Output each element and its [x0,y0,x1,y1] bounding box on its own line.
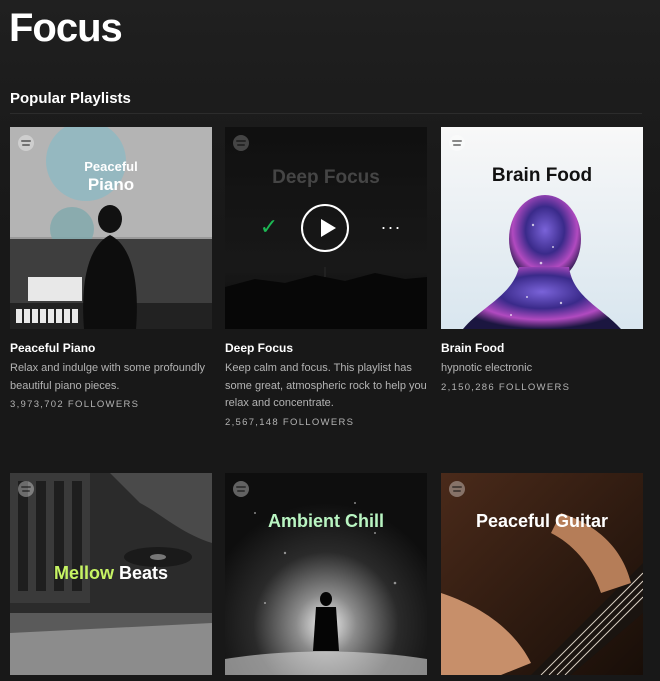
cover-title-line1: Peaceful [84,159,138,174]
playlist-card-deep-focus[interactable]: Deep Focus ✓ ··· Deep Focus Keep calm an… [225,127,427,428]
playlist-followers: 2,567,148 FOLLOWERS [225,417,355,428]
spotify-logo-icon [449,481,465,497]
playlist-name[interactable]: Deep Focus [225,341,293,355]
playlist-description: Keep calm and focus. This playlist has s… [225,362,427,409]
cover-title-line2: Piano [87,175,135,194]
cover-title-accent: Mellow [53,563,114,583]
cover-title: Peaceful Guitar [475,511,609,531]
playlist-card-peaceful-piano[interactable]: Peaceful Piano Peaceful Piano Relax and … [10,127,212,410]
playlist-cover[interactable]: Deep Focus ✓ ··· [225,127,427,329]
cover-title: Mellow Beats [10,563,212,584]
peaceful-guitar-artwork [441,473,643,675]
brain-food-artwork [441,127,643,329]
playlist-cover[interactable]: Peaceful Guitar [441,473,643,675]
play-button[interactable] [301,204,349,252]
playlist-description: Relax and indulge with some profoundly b… [10,362,206,392]
playlist-cover[interactable]: Ambient Chill [225,473,427,675]
saved-check-icon[interactable]: ✓ [255,213,283,241]
playlist-name[interactable]: Peaceful Piano [10,341,95,355]
playlist-name[interactable]: Brain Food [441,341,504,355]
cover-title: Brain Food [491,165,593,186]
playlist-description: hypnotic electronic [441,362,533,374]
playlist-card-mellow-beats[interactable]: Mellow Beats [10,473,212,675]
playlist-cover[interactable]: Mellow Beats [10,473,212,675]
spotify-logo-icon [449,135,465,151]
cover-title: Ambient Chill [268,511,384,531]
playlist-followers: 2,150,286 FOLLOWERS [441,382,571,393]
page-title: Focus [9,6,123,50]
playlist-card-peaceful-guitar[interactable]: Peaceful Guitar [441,473,643,675]
spotify-logo-icon [18,135,34,151]
playlist-card-brain-food[interactable]: Brain Food Brain Food hypnotic electroni… [441,127,643,393]
playlist-card-ambient-chill[interactable]: Ambient Chill [225,473,427,675]
ambient-chill-artwork [225,473,427,675]
spotify-logo-icon [18,481,34,497]
cover-title-rest: Beats [119,563,169,583]
spotify-logo-icon [233,481,249,497]
playlist-cover[interactable]: Brain Food [441,127,643,329]
playlist-cover[interactable]: Peaceful Piano [10,127,212,329]
section-title: Popular Playlists [10,90,131,107]
peaceful-piano-artwork [10,127,212,329]
section-divider [10,113,642,114]
more-options-icon[interactable]: ··· [379,215,403,239]
playlist-followers: 3,973,702 FOLLOWERS [10,399,140,410]
